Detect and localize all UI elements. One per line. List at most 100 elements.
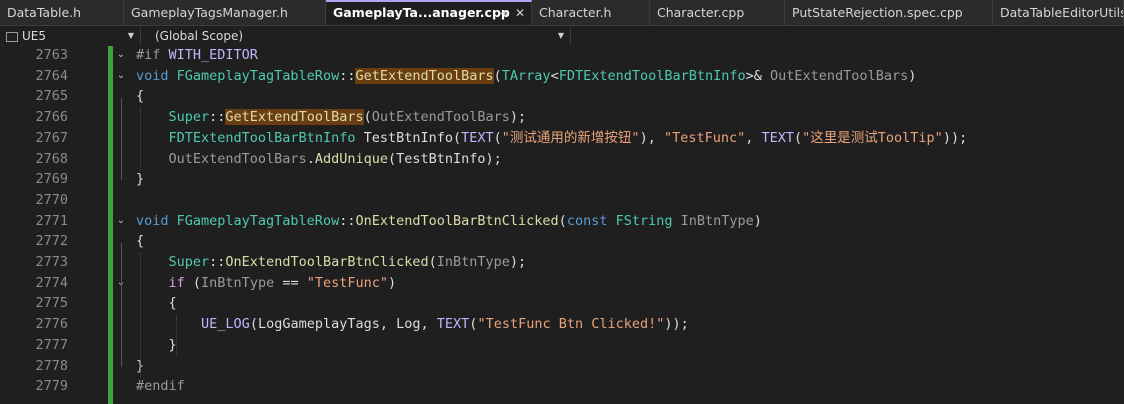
code-token: FDTExtendToolBarBtnInfo <box>558 67 746 84</box>
code-token: ( <box>387 150 397 167</box>
code-text: Super::OnExtendToolBarBtnClicked(InBtnTy… <box>136 252 527 273</box>
code-token: ); <box>485 150 502 167</box>
code-token: "TestFunc" <box>306 274 388 291</box>
code-line[interactable]: 2767 FDTExtendToolBarBtnInfo TestBtnInfo… <box>0 128 1124 149</box>
tab-label: PutStateRejection.spec.cpp <box>792 5 963 20</box>
code-token: :: <box>339 67 356 84</box>
close-icon[interactable]: ✕ <box>515 2 525 24</box>
pin-icon[interactable]: ⊸ <box>498 2 508 24</box>
code-line[interactable]: 2779 #endif <box>0 376 1124 397</box>
project-label: UE5 <box>22 29 46 43</box>
code-token: if <box>168 274 193 291</box>
project-icon <box>6 31 18 42</box>
code-text: #endif <box>136 376 185 397</box>
project-dropdown[interactable]: UE5 ▼ <box>0 27 141 45</box>
tab-datatable-h[interactable]: DataTable.h <box>0 0 124 25</box>
code-token: "TestFunc Btn Clicked!" <box>477 316 665 333</box>
line-number: 2767 <box>35 129 68 146</box>
line-number: 2764 <box>35 67 68 84</box>
tab-label: Character.h <box>539 5 612 20</box>
code-line[interactable]: 2769} <box>0 169 1124 190</box>
editor-tab-strip: DataTable.h GameplayTagsManager.h Gamepl… <box>0 0 1124 26</box>
code-token: ( <box>493 129 502 146</box>
code-token: >& <box>745 67 771 84</box>
code-line[interactable]: 2776 UE_LOG(LogGameplayTags, Log, TEXT("… <box>0 314 1124 335</box>
code-token: } <box>136 336 177 353</box>
code-line[interactable]: 2778} <box>0 356 1124 377</box>
tab-character-h[interactable]: Character.h <box>532 0 650 25</box>
code-token: OutExtendToolBars <box>168 150 307 167</box>
scope-dropdown[interactable]: (Global Scope) ▼ <box>141 27 571 45</box>
code-line[interactable]: 2772 { <box>0 231 1124 252</box>
tab-gameplaytagsmanager-h[interactable]: GameplayTagsManager.h <box>124 0 326 25</box>
line-number: 2776 <box>35 316 68 333</box>
line-number: 2763 <box>35 47 68 63</box>
code-line[interactable]: 2764 ⌄ void FGameplayTagTableRow::GetExten… <box>0 66 1124 87</box>
fold-toggle-icon[interactable]: ⌄ <box>114 46 128 66</box>
code-text: Super::GetExtendToolBars(OutExtendToolBa… <box>136 107 526 128</box>
line-number: 2778 <box>35 357 68 374</box>
code-token: ( <box>192 274 202 291</box>
tab-datatableeditorutils[interactable]: DataTableEditorUtils.c <box>993 0 1124 25</box>
code-token: == <box>274 274 307 291</box>
code-line[interactable]: 2768 OutExtendToolBars.AddUnique(TestBtn… <box>0 149 1124 170</box>
code-token: Super <box>168 254 210 270</box>
code-line[interactable]: 2765 { <box>0 86 1124 107</box>
line-number: 2770 <box>35 191 68 208</box>
code-token: FDTExtendToolBarBtnInfo <box>168 129 364 146</box>
code-token: , Log, <box>379 316 437 333</box>
code-token: )); <box>942 129 968 146</box>
code-token: ( <box>453 129 462 146</box>
code-token: TEXT <box>761 129 795 146</box>
code-token: ); <box>509 109 527 126</box>
indent-guide <box>140 108 141 170</box>
code-token: :: <box>209 254 226 270</box>
code-line[interactable]: 2775 { <box>0 293 1124 314</box>
tab-label: DataTable.h <box>7 5 82 20</box>
code-line[interactable]: 2777 } <box>0 335 1124 356</box>
code-text: void FGameplayTagTableRow::OnExtendToolB… <box>136 211 762 232</box>
tab-label: DataTableEditorUtils.c <box>1000 5 1124 20</box>
code-token: UE_LOG <box>201 316 250 333</box>
tab-label: GameplayTagsManager.h <box>131 5 288 20</box>
fold-toggle-icon[interactable]: ⌄ <box>114 66 128 87</box>
code-text: { <box>136 231 144 252</box>
code-editor[interactable]: 2763 ⌄ #if WITH_EDITOR 2764 ⌄ void FGameplayT… <box>0 46 1124 404</box>
code-text: FDTExtendToolBarBtnInfo TestBtnInfo(TEXT… <box>136 128 968 149</box>
fold-guide <box>121 243 122 367</box>
tab-label: GameplayTa...anager.cpp <box>333 5 510 20</box>
code-token: TEXT <box>461 129 494 146</box>
code-token: ), <box>639 129 664 146</box>
code-line[interactable]: 2774 ⌄ if (InBtnType == "TestFunc") <box>0 273 1124 294</box>
line-number: 2777 <box>35 336 68 353</box>
code-text: UE_LOG(LogGameplayTags, Log, TEXT("TestF… <box>136 314 689 335</box>
tab-putstaterejection-spec-cpp[interactable]: PutStateRejection.spec.cpp <box>785 0 993 25</box>
code-token: InBtnType <box>680 212 754 229</box>
code-line[interactable]: 2763 ⌄ #if WITH_EDITOR <box>0 46 1124 66</box>
tab-gameplaytagsmanager-cpp[interactable]: GameplayTa...anager.cpp ⊸ ✕ <box>326 0 532 25</box>
code-token: FString <box>615 212 681 229</box>
code-token: #if <box>136 47 169 63</box>
fold-toggle-icon[interactable]: ⌄ <box>114 211 128 232</box>
line-number: 2765 <box>35 88 68 105</box>
code-token: ( <box>428 254 437 270</box>
tab-character-cpp[interactable]: Character.cpp <box>650 0 785 25</box>
code-token: LogGameplayTags <box>257 316 380 333</box>
code-line[interactable]: 2770 <box>0 190 1124 211</box>
code-text: void FGameplayTagTableRow::GetExtendTool… <box>136 66 916 87</box>
scope-label: (Global Scope) <box>155 29 244 43</box>
code-text: } <box>136 169 144 190</box>
code-token: ( <box>794 129 803 146</box>
code-text: #if WITH_EDITOR <box>136 46 258 66</box>
code-line[interactable]: 2766 Super::GetExtendToolBars(OutExtendT… <box>0 107 1124 128</box>
code-line[interactable]: 2773 Super::OnExtendToolBarBtnClicked(In… <box>0 252 1124 273</box>
code-token: :: <box>209 109 226 126</box>
code-token: OnExtendToolBarBtnClicked <box>225 254 429 270</box>
code-token: OnExtendToolBarBtnClicked <box>355 212 559 229</box>
code-token: WITH_EDITOR <box>168 47 258 63</box>
code-token: :: <box>339 212 356 229</box>
code-line[interactable]: 2771 ⌄ void FGameplayTagTableRow::OnExtend… <box>0 211 1124 232</box>
chevron-down-icon: ▼ <box>127 31 134 40</box>
code-token: "TestFunc" <box>663 129 746 146</box>
